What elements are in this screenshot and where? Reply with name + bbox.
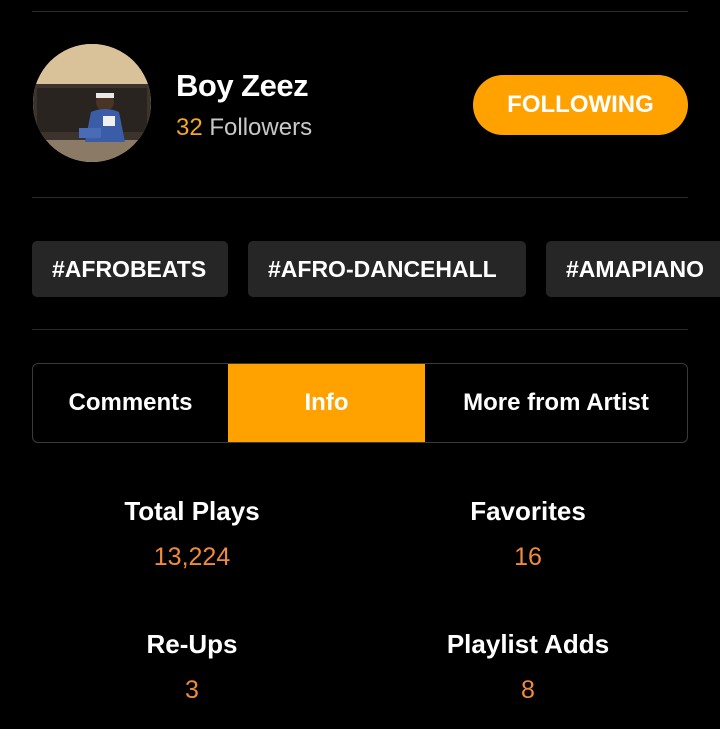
reups-label: Re-Ups bbox=[146, 629, 238, 659]
tag-amapiano[interactable]: #AMAPIANO bbox=[546, 241, 720, 297]
followers-info: 32 Followers bbox=[176, 114, 312, 142]
tags-divider bbox=[32, 329, 688, 330]
total-plays-label: Total Plays bbox=[124, 496, 260, 526]
following-button[interactable]: FOLLOWING bbox=[473, 75, 688, 135]
header-divider bbox=[32, 197, 688, 198]
reups-value: 3 bbox=[185, 676, 199, 704]
tab-more-from-artist[interactable]: More from Artist bbox=[425, 364, 687, 442]
tag-afrobeats[interactable]: #AFROBEATS bbox=[32, 241, 228, 297]
tab-bar: Comments Info More from Artist bbox=[32, 363, 688, 443]
avatar[interactable] bbox=[33, 44, 151, 162]
favorites-value: 16 bbox=[514, 543, 542, 571]
tab-comments[interactable]: Comments bbox=[33, 364, 228, 442]
total-plays-value: 13,224 bbox=[153, 543, 231, 571]
tab-info[interactable]: Info bbox=[228, 364, 425, 442]
tag-afro-dancehall[interactable]: #AFRO-DANCEHALL bbox=[248, 241, 526, 297]
avatar-photo-icon bbox=[33, 44, 151, 162]
top-divider bbox=[32, 11, 688, 12]
followers-count: 32 bbox=[176, 114, 203, 141]
favorites-label: Favorites bbox=[470, 496, 586, 526]
playlist-adds-label: Playlist Adds bbox=[446, 629, 610, 659]
playlist-adds-value: 8 bbox=[521, 676, 535, 704]
followers-label: Followers bbox=[209, 114, 313, 141]
artist-name[interactable]: Boy Zeez bbox=[176, 68, 309, 104]
